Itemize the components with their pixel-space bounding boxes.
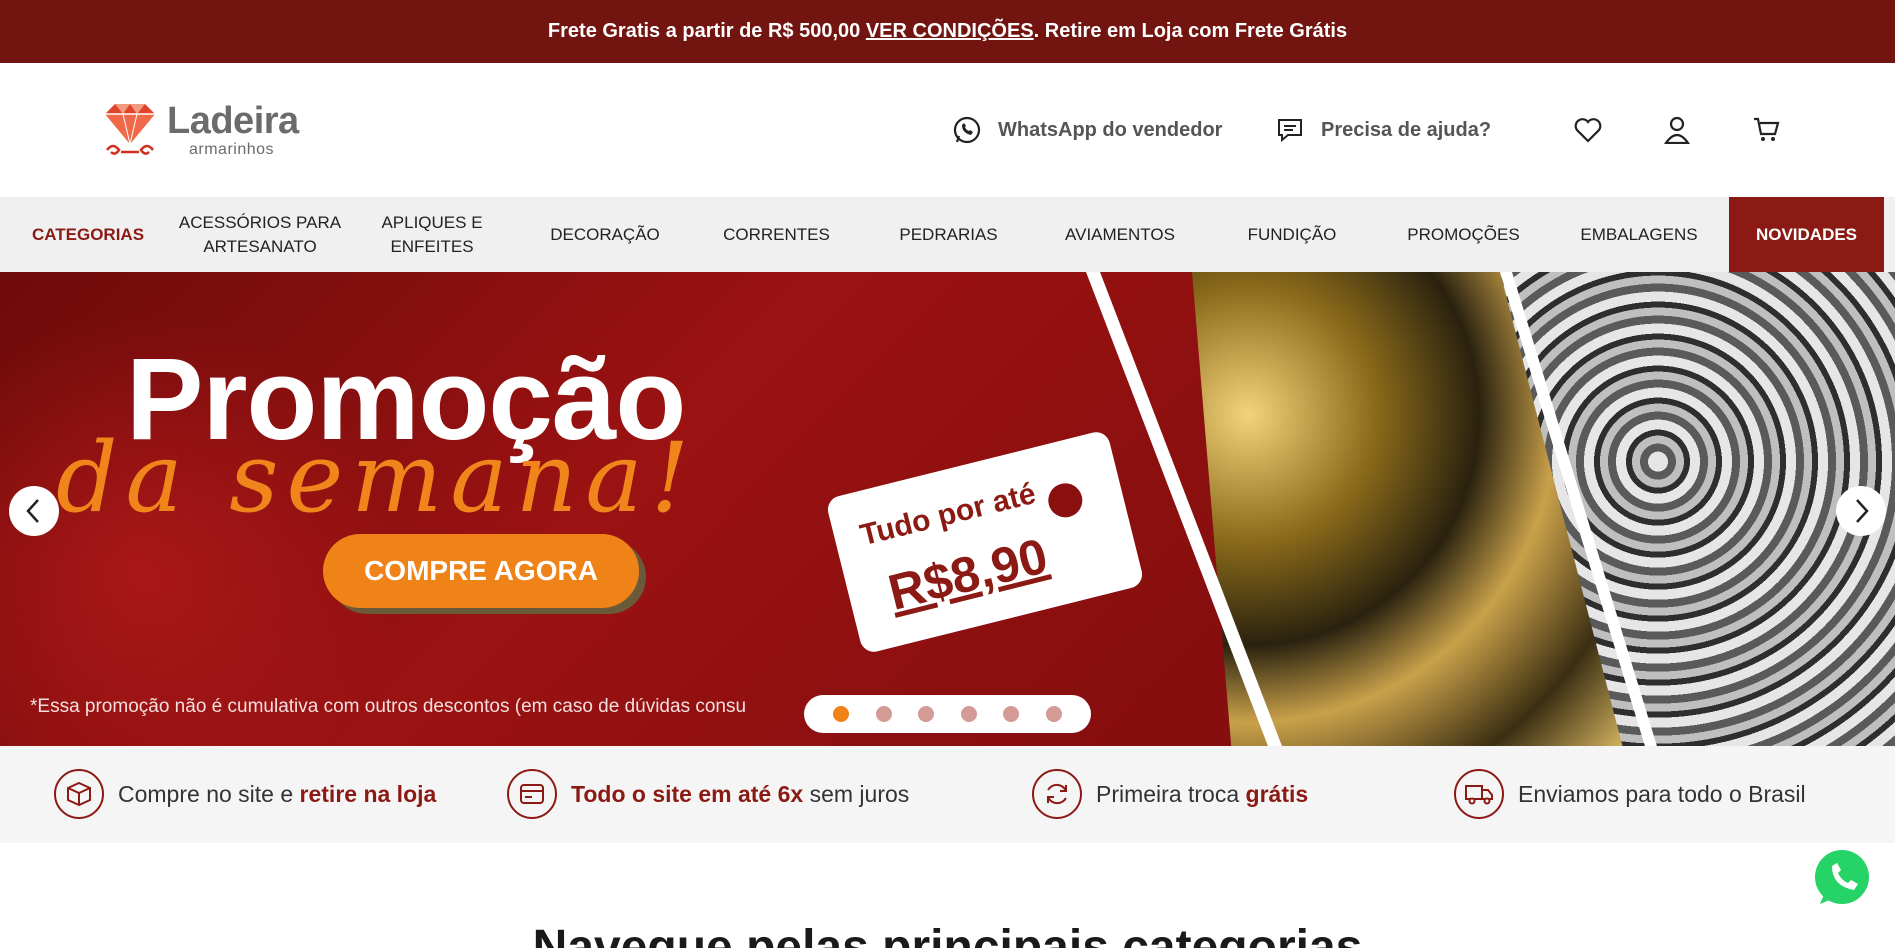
- benefit-pickup: Compre no site e retire na loja: [54, 769, 436, 819]
- categories-heading: Navegue pelas principais categorias: [532, 921, 1363, 948]
- nav-item-embalagens[interactable]: EMBALAGENS: [1549, 197, 1729, 272]
- cart-button[interactable]: [1751, 115, 1781, 145]
- benefit-text: sem juros: [803, 780, 910, 807]
- benefits-bar: Compre no site e retire na loja Todo o s…: [0, 746, 1895, 843]
- carousel-next-button[interactable]: [1836, 486, 1886, 536]
- logo[interactable]: Ladeira armarinhos: [97, 97, 327, 163]
- benefit-highlight: grátis: [1245, 780, 1309, 807]
- nav-item-novidades[interactable]: NOVIDADES: [1729, 197, 1884, 272]
- whatsapp-float-button[interactable]: [1810, 846, 1874, 910]
- buy-now-button[interactable]: COMPRE AGORA: [323, 534, 639, 608]
- logo-name: Ladeira: [167, 100, 299, 142]
- nav-item-acessorios[interactable]: ACESSÓRIOS PARA ARTESANATO: [176, 197, 344, 272]
- carousel-dot[interactable]: [833, 706, 850, 722]
- promo-disclaimer: *Essa promoção não é cumulativa com outr…: [30, 696, 747, 717]
- logo-subtitle: armarinhos: [189, 141, 275, 158]
- carousel-prev-button[interactable]: [9, 486, 59, 536]
- carousel-dot[interactable]: [1045, 706, 1062, 722]
- main-nav: CATEGORIAS ACESSÓRIOS PARA ARTESANATO AP…: [0, 197, 1895, 272]
- nav-item-pedrarias[interactable]: PEDRARIAS: [863, 197, 1034, 272]
- site-header: Ladeira armarinhos WhatsApp do vendedor …: [0, 63, 1895, 197]
- whatsapp-label: WhatsApp do vendedor: [998, 118, 1223, 141]
- benefit-text: Primeira troca: [1096, 780, 1246, 807]
- benefit-highlight: retire na loja: [299, 780, 437, 807]
- whatsapp-seller-link[interactable]: WhatsApp do vendedor: [952, 112, 1222, 148]
- price-tag: Tudo por até R$8,90: [824, 429, 1146, 655]
- chat-icon: [1278, 119, 1302, 143]
- hero-carousel[interactable]: Promoção da semana! COMPRE AGORA Tudo po…: [0, 272, 1895, 746]
- nav-item-aviamentos[interactable]: AVIAMENTOS: [1034, 197, 1206, 272]
- benefit-shipping: Enviamos para todo o Brasil: [1454, 769, 1806, 819]
- help-label: Precisa de ajuda?: [1321, 118, 1492, 141]
- announcement-text: Frete Gratis a partir de R$ 500,00: [547, 20, 866, 42]
- benefit-highlight: Todo o site em até 6x: [571, 780, 804, 807]
- cart-icon: [1754, 117, 1780, 141]
- user-icon: [1664, 116, 1690, 144]
- nav-item-fundicao[interactable]: FUNDIÇÃO: [1206, 197, 1378, 272]
- benefit-text: Enviamos para todo o Brasil: [1518, 780, 1806, 807]
- heart-icon: [1574, 118, 1602, 143]
- announcement-text-after: . Retire em Loja com Frete Grátis: [1033, 20, 1348, 42]
- chevron-right-icon: [1856, 499, 1869, 523]
- chevron-left-icon: [26, 499, 39, 523]
- nav-item-decoracao[interactable]: DECORAÇÃO: [520, 197, 690, 272]
- benefit-free-exchange: Primeira troca grátis: [1032, 769, 1308, 819]
- conditions-link[interactable]: VER CONDIÇÕES: [866, 20, 1034, 43]
- top-announcement-bar: Frete Gratis a partir de R$ 500,00 VER C…: [0, 0, 1895, 63]
- carousel-dot[interactable]: [875, 706, 892, 722]
- whatsapp-icon: [1815, 850, 1869, 904]
- nav-item-apliques[interactable]: APLIQUES E ENFEITES: [344, 197, 520, 272]
- box-icon: [54, 769, 104, 819]
- nav-item-correntes[interactable]: CORRENTES: [690, 197, 863, 272]
- nav-item-promocoes[interactable]: PROMOÇÕES: [1378, 197, 1549, 272]
- price-tag-hole: [1044, 479, 1086, 521]
- carousel-pagination: [804, 695, 1091, 733]
- wishlist-button[interactable]: [1573, 115, 1603, 145]
- nav-item-categorias[interactable]: CATEGORIAS: [0, 197, 176, 272]
- whatsapp-icon: [953, 116, 981, 144]
- account-button[interactable]: [1662, 115, 1692, 145]
- refresh-icon: [1032, 769, 1082, 819]
- promo-subtitle: da semana!: [56, 422, 698, 534]
- carousel-dot[interactable]: [918, 706, 935, 722]
- carousel-dot[interactable]: [1003, 706, 1020, 722]
- benefit-text: Compre no site e: [118, 780, 300, 807]
- help-link[interactable]: Precisa de ajuda?: [1275, 112, 1491, 148]
- carousel-dot[interactable]: [960, 706, 977, 722]
- truck-icon: [1454, 769, 1504, 819]
- gem-logo-icon: [105, 104, 155, 155]
- card-icon: [507, 769, 557, 819]
- benefit-installments: Todo o site em até 6x sem juros: [507, 769, 909, 819]
